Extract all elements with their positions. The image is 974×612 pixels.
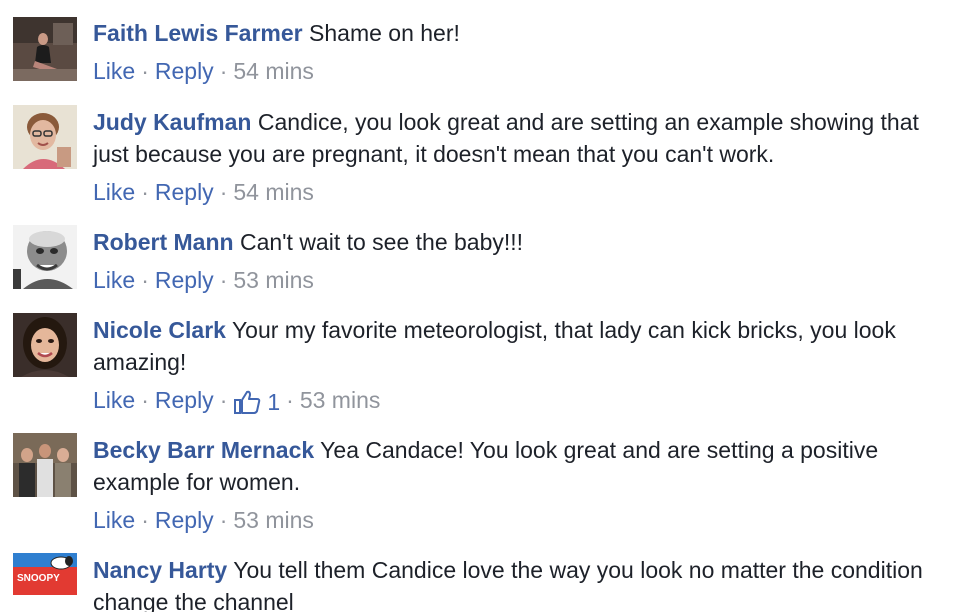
- comment-actions: Like · Reply · 1 · 53 mins: [93, 384, 953, 418]
- avatar[interactable]: [13, 105, 77, 169]
- separator: ·: [141, 58, 149, 84]
- comment-content: Nicole Clark Your my favorite meteorolog…: [93, 314, 953, 418]
- comment-author[interactable]: Nicole Clark: [93, 317, 226, 343]
- reply-button[interactable]: Reply: [155, 267, 214, 293]
- reply-button[interactable]: Reply: [155, 507, 214, 533]
- comment-actions: Like · Reply · 53 mins: [93, 264, 953, 296]
- comment-author[interactable]: Becky Barr Mernack: [93, 437, 314, 463]
- comment-author[interactable]: Nancy Harty: [93, 557, 227, 583]
- separator: ·: [141, 267, 149, 293]
- avatar-photo: [13, 17, 77, 81]
- reaction-count[interactable]: 1: [233, 386, 280, 418]
- separator: ·: [219, 507, 228, 533]
- like-button[interactable]: Like: [93, 507, 135, 533]
- avatar-photo: [13, 313, 77, 377]
- reply-button[interactable]: Reply: [155, 58, 214, 84]
- reply-button[interactable]: Reply: [155, 387, 214, 413]
- comment-content: Faith Lewis Farmer Shame on her! Like · Re…: [93, 17, 953, 87]
- separator: ·: [219, 387, 228, 413]
- avatar[interactable]: [13, 17, 77, 81]
- comment-content: Judy Kaufman Candice, you look great and…: [93, 106, 953, 208]
- comment-actions: Like · Reply · 53 mins: [93, 504, 953, 536]
- comment-timestamp[interactable]: 54 mins: [233, 58, 314, 84]
- comment-body: Shame on her!: [309, 20, 460, 46]
- reply-button[interactable]: Reply: [155, 179, 214, 205]
- avatar[interactable]: [13, 313, 77, 377]
- comment-text-line: Nicole Clark Your my favorite meteorolog…: [93, 314, 953, 378]
- avatar[interactable]: [13, 225, 77, 289]
- comment-content: Becky Barr Mernack Yea Candace! You look…: [93, 434, 953, 536]
- like-button[interactable]: Like: [93, 267, 135, 293]
- separator: ·: [286, 387, 294, 413]
- comment-text-line: Nancy Harty You tell them Candice love t…: [93, 554, 953, 612]
- comment-text-line: Becky Barr Mernack Yea Candace! You look…: [93, 434, 953, 498]
- comment-text-line: Judy Kaufman Candice, you look great and…: [93, 106, 953, 170]
- separator: ·: [219, 58, 228, 84]
- comment-author[interactable]: Judy Kaufman: [93, 109, 251, 135]
- separator: ·: [219, 267, 228, 293]
- comment-text-line: Robert Mann Can't wait to see the baby!!…: [93, 226, 953, 258]
- thumbs-up-icon: [234, 390, 261, 414]
- like-button[interactable]: Like: [93, 179, 135, 205]
- comment-author[interactable]: Robert Mann: [93, 229, 234, 255]
- separator: ·: [141, 507, 149, 533]
- separator: ·: [141, 387, 149, 413]
- comment-content: Nancy Harty You tell them Candice love t…: [93, 554, 953, 612]
- comment-timestamp[interactable]: 54 mins: [233, 179, 314, 205]
- comment-timestamp[interactable]: 53 mins: [233, 267, 314, 293]
- comment-content: Robert Mann Can't wait to see the baby!!…: [93, 226, 953, 296]
- avatar[interactable]: [13, 433, 77, 497]
- comment-timestamp[interactable]: 53 mins: [300, 387, 381, 413]
- avatar-photo: [13, 105, 77, 169]
- comment-author[interactable]: Faith Lewis Farmer: [93, 20, 303, 46]
- reaction-count-value: 1: [267, 388, 281, 415]
- comment-actions: Like · Reply · 54 mins: [93, 55, 953, 87]
- comment-body: Can't wait to see the baby!!!: [239, 229, 524, 255]
- avatar[interactable]: SNOOPY: [13, 553, 77, 612]
- separator: ·: [219, 179, 228, 205]
- comment-text-line: Faith Lewis Farmer Shame on her!: [93, 17, 953, 49]
- avatar-photo: [13, 225, 77, 289]
- comment-timestamp[interactable]: 53 mins: [233, 507, 314, 533]
- comment-actions: Like · Reply · 54 mins: [93, 176, 953, 208]
- avatar-photo: SNOOPY: [13, 553, 77, 612]
- like-button[interactable]: Like: [93, 387, 135, 413]
- separator: ·: [141, 179, 149, 205]
- like-button[interactable]: Like: [93, 58, 135, 84]
- avatar-logo-text: SNOOPY: [17, 573, 60, 584]
- avatar-photo: [13, 433, 77, 497]
